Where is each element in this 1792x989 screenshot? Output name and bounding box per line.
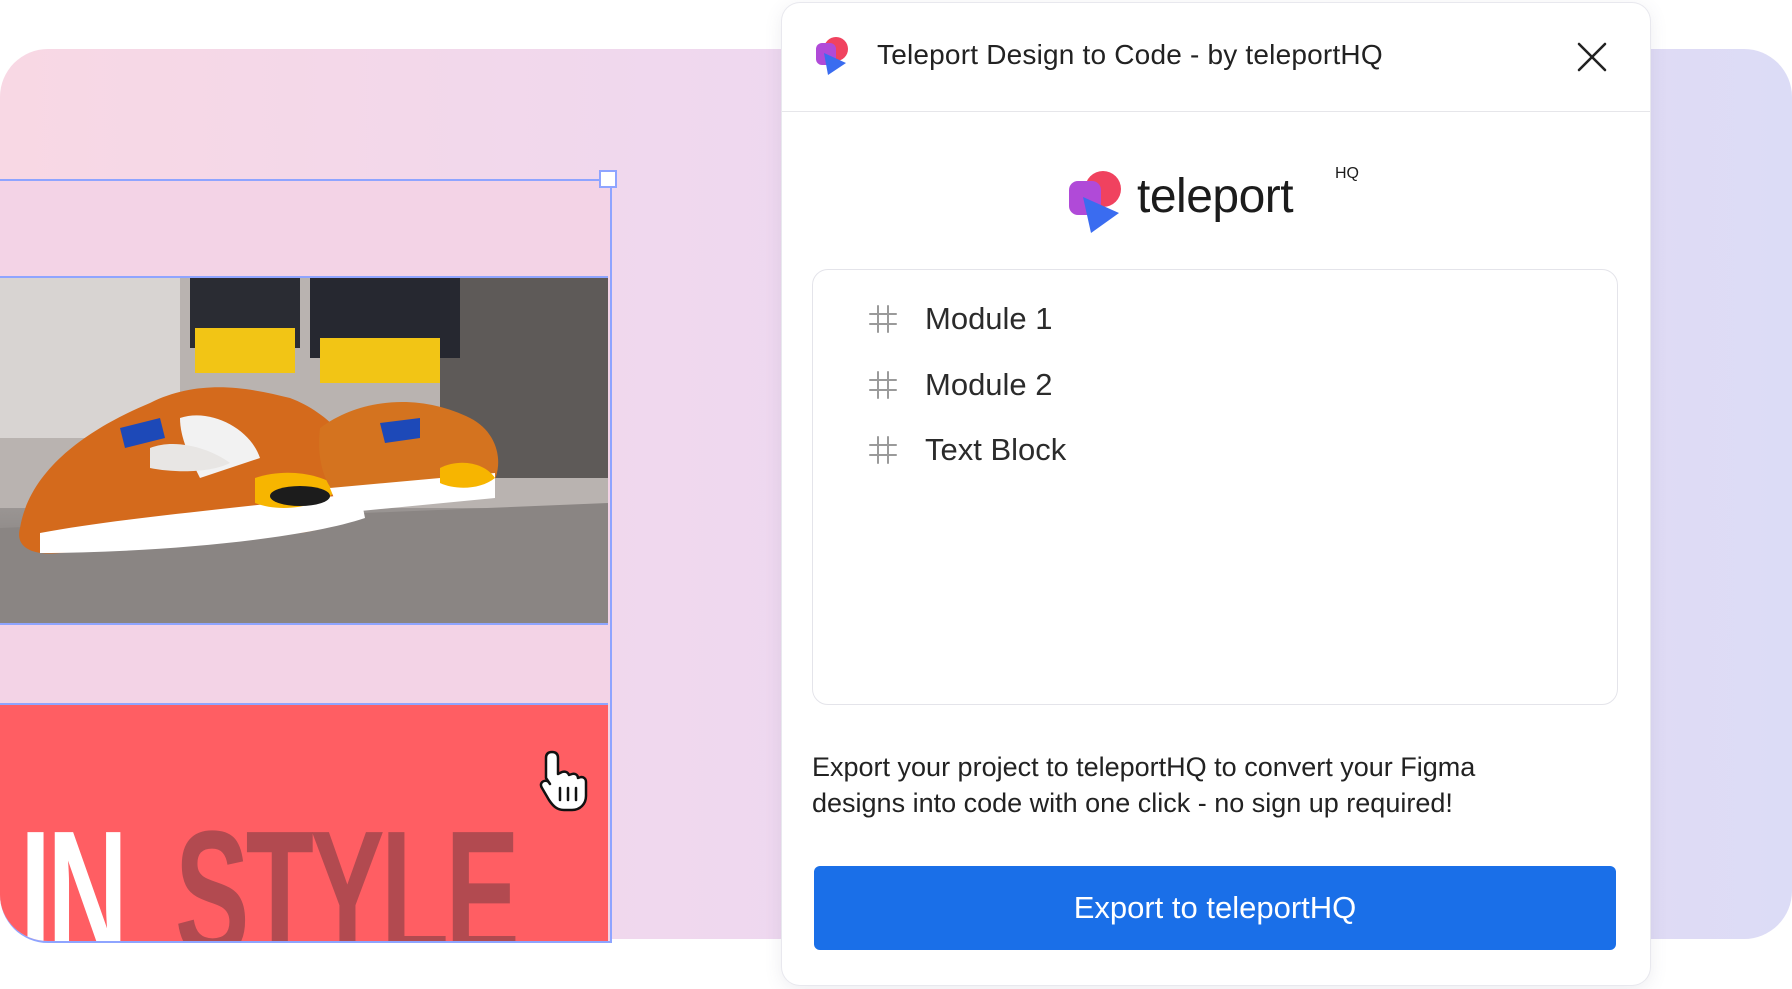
headline-word-in: IN [20, 794, 128, 943]
resize-handle[interactable] [599, 170, 617, 188]
teleport-brand-icon [1069, 171, 1121, 233]
hand-cursor-icon [539, 750, 588, 812]
module-list: Module 1 Module 2 Text Block [812, 269, 1618, 705]
module-label: Module 1 [925, 301, 1053, 336]
export-button[interactable]: Export to teleportHQ [814, 866, 1616, 950]
module-item-2[interactable]: Module 2 [867, 362, 1053, 408]
hash-icon [869, 305, 897, 333]
brand-logo: teleport HQ [1065, 163, 1385, 243]
canvas-frame[interactable]: IN STYLE [0, 179, 612, 943]
sneaker-illustration [0, 278, 608, 623]
sneaker-image[interactable] [0, 276, 608, 625]
hash-icon [869, 436, 897, 464]
export-description: Export your project to teleportHQ to con… [812, 749, 1618, 821]
close-button[interactable] [1572, 37, 1612, 77]
plugin-panel: Teleport Design to Code - by teleportHQ … [782, 3, 1650, 985]
module-item-1[interactable]: Module 1 [867, 296, 1053, 342]
brand-suffix: HQ [1335, 165, 1359, 182]
brand-wordmark: teleport [1137, 170, 1294, 223]
module-label: Module 2 [925, 367, 1053, 402]
close-icon [1577, 42, 1607, 72]
module-label: Text Block [925, 432, 1067, 467]
headline-word-style: STYLE [175, 794, 520, 943]
teleport-logo-icon [816, 37, 848, 75]
description-line-1: Export your project to teleportHQ to con… [812, 752, 1476, 782]
description-line-2: designs into code with one click - no si… [812, 788, 1453, 818]
panel-title: Teleport Design to Code - by teleportHQ [877, 39, 1383, 70]
panel-header: Teleport Design to Code - by teleportHQ [782, 3, 1650, 112]
hash-icon [869, 371, 897, 399]
module-item-text-block[interactable]: Text Block [867, 427, 1066, 473]
